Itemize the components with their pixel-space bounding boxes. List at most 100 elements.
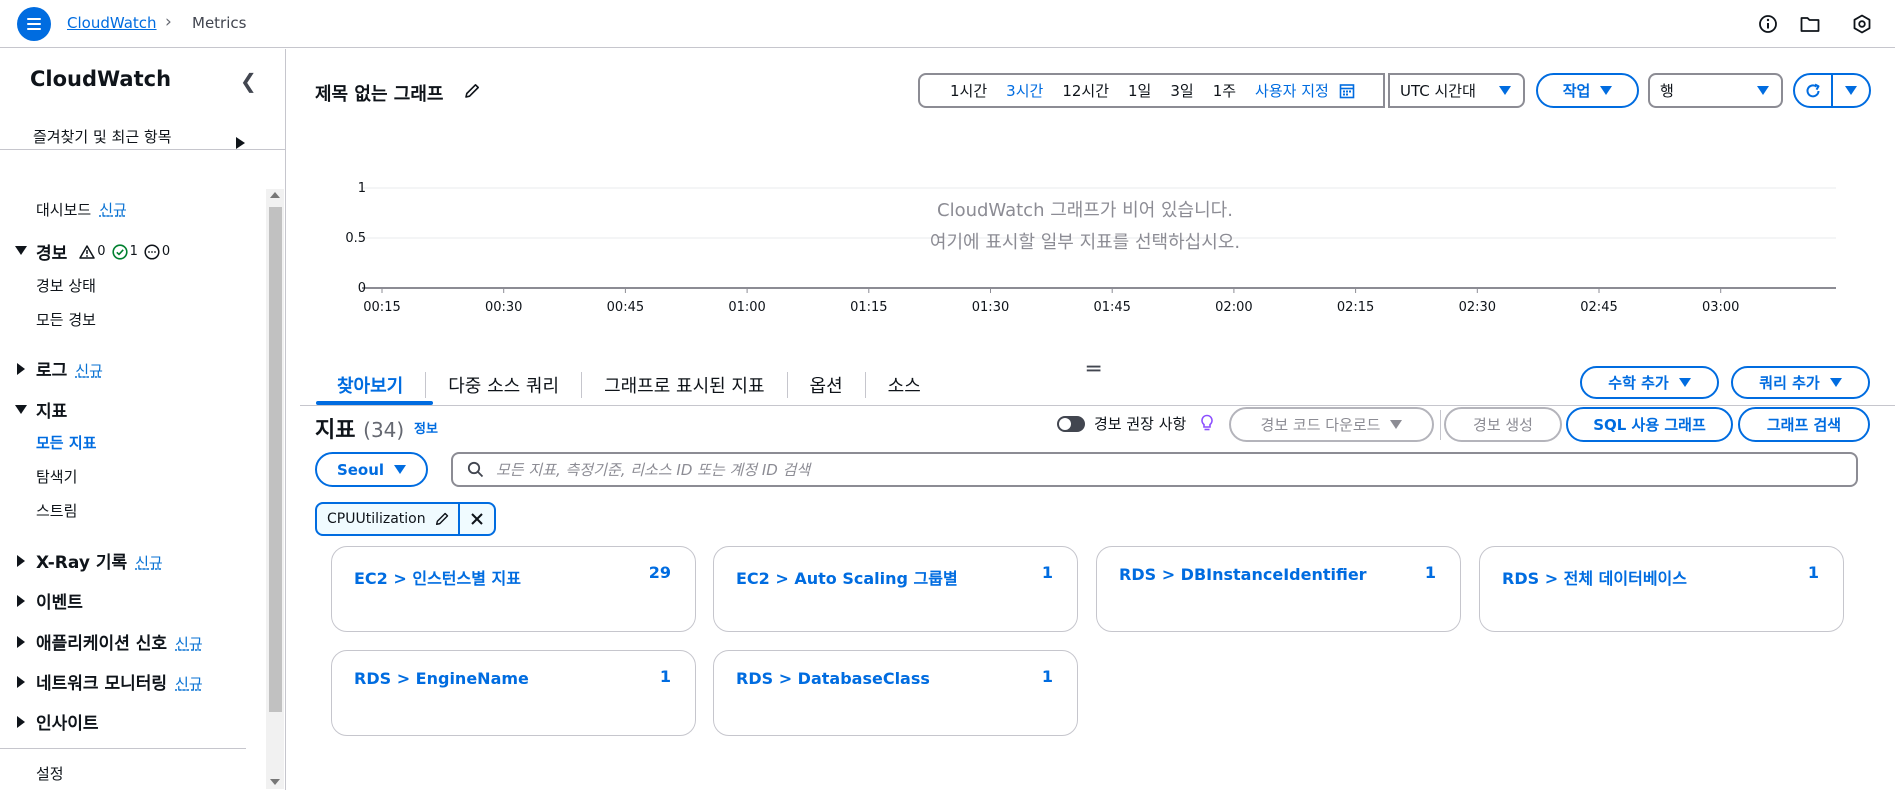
- scrollbar-thumb[interactable]: [269, 207, 282, 712]
- card-title[interactable]: RDS > 전체 데이터베이스: [1502, 565, 1687, 589]
- collapse-sidebar-icon[interactable]: ❮: [240, 69, 257, 93]
- tab-graphed-metrics[interactable]: 그래프로 표시된 지표: [582, 372, 788, 398]
- create-alarm-button[interactable]: 경보 생성: [1444, 407, 1562, 442]
- metric-namespace-card[interactable]: EC2 > 인스턴스별 지표 29: [331, 546, 696, 632]
- actions-button[interactable]: 작업: [1536, 73, 1639, 108]
- metric-namespace-card[interactable]: RDS > DatabaseClass 1: [713, 650, 1078, 736]
- sidebar-section-logs[interactable]: 로그 신규: [36, 356, 103, 381]
- chart-empty-hint: 여기에 표시할 일부 지표를 선택하십시오.: [929, 232, 1241, 253]
- metric-namespace-card[interactable]: RDS > DBInstanceIdentifier 1: [1096, 546, 1461, 632]
- calendar-icon[interactable]: [1339, 83, 1355, 99]
- card-title[interactable]: EC2 > Auto Scaling 그룹별: [736, 565, 958, 589]
- card-title[interactable]: RDS > EngineName: [354, 669, 529, 688]
- new-badge[interactable]: 신규: [99, 201, 127, 219]
- remove-filter-close-icon[interactable]: [457, 504, 494, 534]
- info-link[interactable]: 정보: [414, 418, 438, 437]
- caret-right-icon[interactable]: [17, 555, 25, 567]
- refresh-interval-dropdown[interactable]: [1833, 75, 1869, 106]
- range-option-3d[interactable]: 3일: [1170, 80, 1193, 101]
- hamburger-menu-icon[interactable]: [17, 7, 51, 41]
- graph-search-button[interactable]: 그래프 검색: [1738, 407, 1870, 442]
- x-tick-label: 01:15: [850, 300, 887, 315]
- edit-pencil-icon[interactable]: [463, 82, 481, 104]
- metric-namespace-card[interactable]: RDS > EngineName 1: [331, 650, 696, 736]
- caret-down-icon: [1600, 86, 1613, 95]
- caret-right-icon[interactable]: [17, 676, 25, 688]
- info-icon[interactable]: [1756, 12, 1780, 36]
- tab-source[interactable]: 소스: [866, 372, 943, 398]
- side-navigation: CloudWatch ❮ 즐겨찾기 및 최근 항목 대시보드 신규 경보 0 1 …: [0, 49, 286, 790]
- sidebar-scrollbar[interactable]: [266, 189, 284, 789]
- x-tick-label: 00:30: [485, 300, 522, 315]
- caret-down-icon: [1499, 86, 1511, 95]
- sidebar-item-all-metrics[interactable]: 모든 지표: [36, 432, 96, 453]
- range-option-custom[interactable]: 사용자 지정: [1255, 80, 1329, 101]
- sidebar-item-streams[interactable]: 스트림: [36, 500, 77, 521]
- y-tick-label: 0: [358, 281, 366, 296]
- add-query-button[interactable]: 쿼리 추가: [1731, 366, 1870, 399]
- sidebar-section-events[interactable]: 이벤트: [36, 588, 83, 613]
- caret-down-icon: [1757, 86, 1769, 95]
- card-title[interactable]: RDS > DatabaseClass: [736, 669, 930, 688]
- range-option-1d[interactable]: 1일: [1128, 80, 1151, 101]
- search-input[interactable]: [496, 460, 1796, 479]
- breadcrumb-cloudwatch-link[interactable]: CloudWatch: [67, 14, 157, 32]
- caret-right-icon[interactable]: [17, 595, 25, 607]
- sidebar-section-xray[interactable]: X-Ray 기록 신규: [36, 548, 163, 573]
- sidebar-favorites-recent[interactable]: 즐겨찾기 및 최근 항목: [33, 127, 223, 148]
- add-math-button[interactable]: 수학 추가: [1580, 366, 1719, 399]
- region-select-button[interactable]: Seoul: [315, 452, 428, 487]
- tab-multi-source-query[interactable]: 다중 소스 쿼리: [426, 372, 583, 398]
- timezone-select[interactable]: UTC 시간대: [1388, 73, 1525, 108]
- view-select[interactable]: 행: [1648, 73, 1783, 108]
- x-tick-label: 02:45: [1580, 300, 1617, 315]
- metric-namespace-card[interactable]: EC2 > Auto Scaling 그룹별 1: [713, 546, 1078, 632]
- sidebar-divider: [0, 748, 246, 749]
- sidebar-item-alarm-state[interactable]: 경보 상태: [36, 275, 96, 296]
- sidebar-item-settings[interactable]: 설정: [36, 763, 64, 784]
- metric-namespace-card[interactable]: RDS > 전체 데이터베이스 1: [1479, 546, 1844, 632]
- sidebar-section-application-signals[interactable]: 애플리케이션 신호 신규: [36, 629, 203, 654]
- download-alarm-code-button[interactable]: 경보 코드 다운로드: [1229, 407, 1434, 442]
- caret-right-icon[interactable]: [17, 636, 25, 648]
- alarm-warning-count: 0: [79, 244, 106, 259]
- edit-pencil-icon[interactable]: [434, 511, 458, 527]
- card-count: 29: [648, 563, 671, 582]
- range-option-1h[interactable]: 1시간: [950, 80, 987, 101]
- graph-with-sql-button[interactable]: SQL 사용 그래프: [1566, 407, 1733, 442]
- sidebar-section-alarms[interactable]: 경보 0 1 0: [36, 239, 170, 264]
- scroll-up-arrow-icon[interactable]: [270, 192, 280, 198]
- sidebar-item-all-alarms[interactable]: 모든 경보: [36, 309, 96, 330]
- lightbulb-icon: [1200, 414, 1214, 436]
- settings-hexagon-icon[interactable]: [1850, 12, 1874, 36]
- scroll-down-arrow-icon[interactable]: [270, 779, 280, 785]
- tab-browse[interactable]: 찾아보기: [315, 372, 427, 398]
- sidebar-item-dashboards[interactable]: 대시보드 신규: [36, 199, 127, 220]
- card-title[interactable]: RDS > DBInstanceIdentifier: [1119, 565, 1367, 584]
- sidebar-item-explorer[interactable]: 탐색기: [36, 466, 77, 487]
- caret-right-icon[interactable]: [17, 363, 25, 375]
- alarm-recommendations-toggle[interactable]: [1057, 416, 1085, 432]
- range-option-12h[interactable]: 12시간: [1062, 80, 1109, 101]
- sidebar-section-network-monitoring[interactable]: 네트워크 모니터링 신규: [36, 669, 203, 694]
- sidebar-section-insights[interactable]: 인사이트: [36, 709, 99, 734]
- folder-icon[interactable]: [1798, 12, 1822, 36]
- tab-options[interactable]: 옵션: [788, 372, 866, 398]
- refresh-icon[interactable]: [1795, 75, 1833, 106]
- check-circle-icon: [111, 243, 128, 260]
- caret-down-icon[interactable]: [15, 405, 27, 414]
- caret-down-icon[interactable]: [15, 246, 27, 255]
- x-tick-label: 00:15: [363, 300, 400, 315]
- caret-right-icon[interactable]: [17, 716, 25, 728]
- ellipsis-circle-icon: [144, 243, 160, 260]
- caret-right-icon[interactable]: [236, 137, 245, 149]
- range-option-1w[interactable]: 1주: [1213, 80, 1236, 101]
- new-badge: 신규: [75, 362, 103, 380]
- sidebar-section-metrics[interactable]: 지표: [36, 397, 67, 422]
- x-tick-label: 02:30: [1459, 300, 1496, 315]
- card-count: 1: [1807, 563, 1819, 582]
- resize-handle-icon[interactable]: ═: [1087, 357, 1100, 382]
- range-option-3h[interactable]: 3시간: [1006, 80, 1043, 101]
- card-title[interactable]: EC2 > 인스턴스별 지표: [354, 565, 521, 589]
- breadcrumb-separator-icon: ›: [165, 12, 172, 32]
